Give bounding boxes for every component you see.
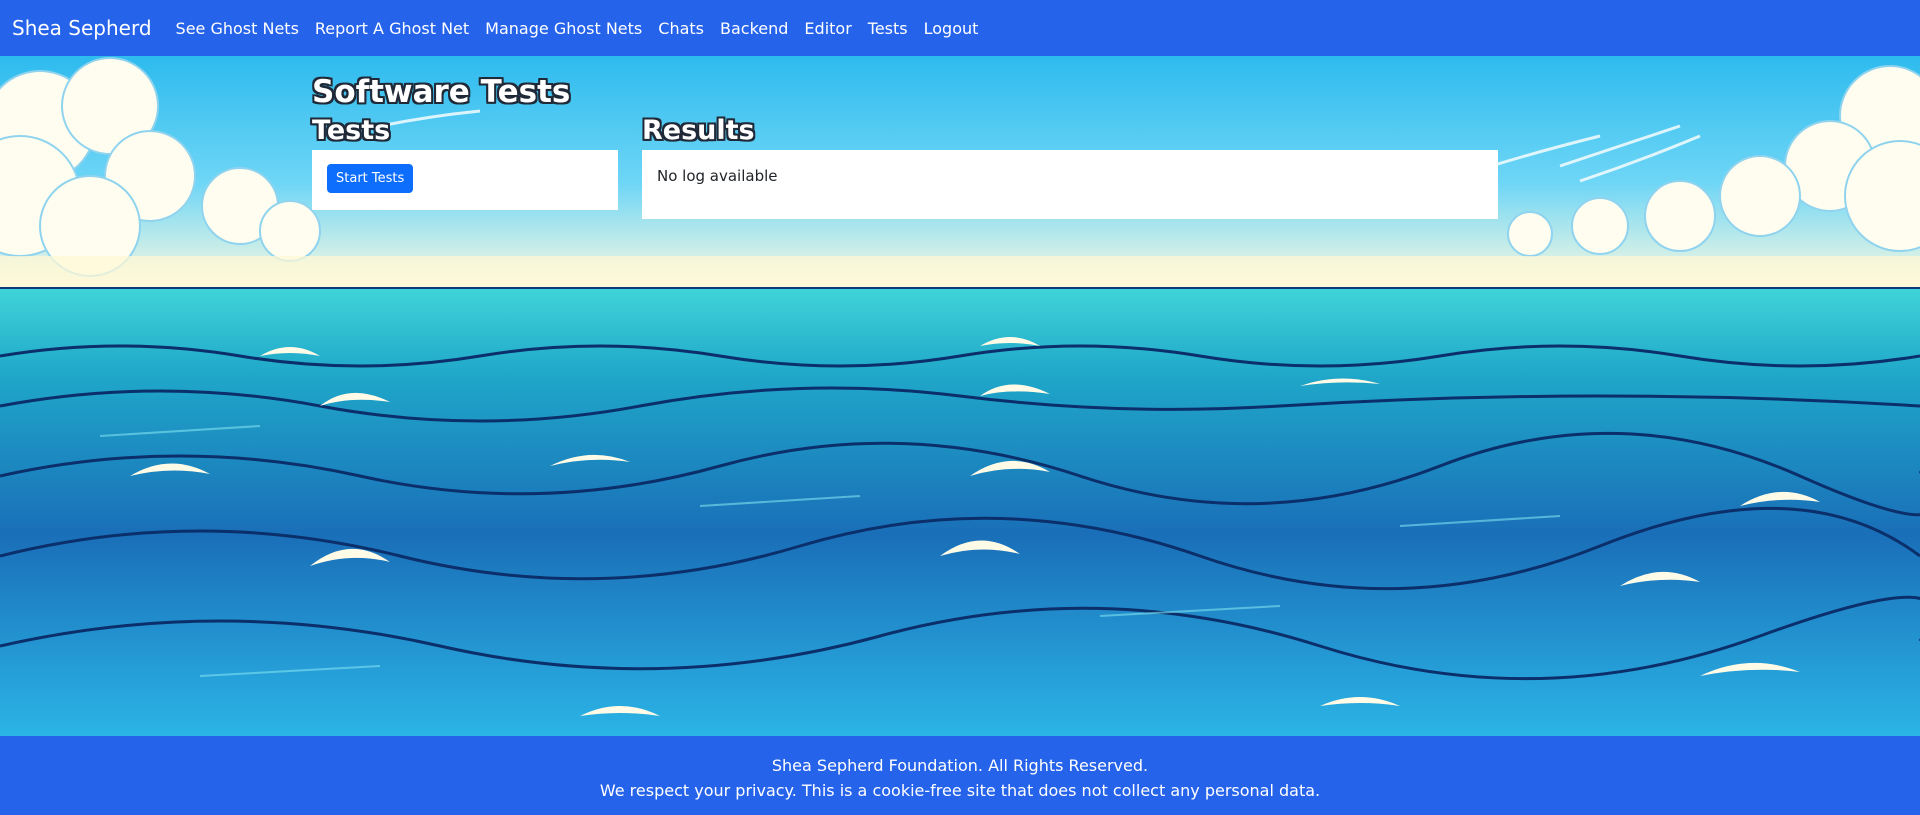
- footer-copyright: Shea Sepherd Foundation. All Rights Rese…: [771, 756, 1149, 775]
- tests-section: Tests Start Tests: [312, 114, 618, 219]
- nav-link-backend[interactable]: Backend: [720, 19, 788, 38]
- tests-heading: Tests: [312, 115, 391, 146]
- content-columns: Tests Start Tests Results No log availab…: [312, 114, 1498, 219]
- tests-panel: Start Tests: [312, 150, 618, 210]
- page-footer: Shea Sepherd Foundation. All Rights Rese…: [0, 736, 1920, 815]
- nav-link-report-ghost-net[interactable]: Report A Ghost Net: [315, 19, 469, 38]
- nav-link-logout[interactable]: Logout: [924, 19, 979, 38]
- main-content: Software Tests Tests Start Tests Results…: [312, 72, 1498, 219]
- top-navbar: Shea Sepherd See Ghost Nets Report A Gho…: [0, 0, 1920, 56]
- start-tests-button[interactable]: Start Tests: [327, 164, 414, 193]
- nav-link-tests[interactable]: Tests: [868, 19, 908, 38]
- brand-link[interactable]: Shea Sepherd: [12, 16, 152, 40]
- nav-link-see-ghost-nets[interactable]: See Ghost Nets: [176, 19, 299, 38]
- results-heading: Results: [642, 115, 755, 146]
- results-section: Results No log available: [642, 114, 1498, 219]
- nav-link-editor[interactable]: Editor: [804, 19, 851, 38]
- results-panel: No log available: [642, 150, 1498, 219]
- page-title: Software Tests: [312, 74, 571, 110]
- nav-links: See Ghost Nets Report A Ghost Net Manage…: [176, 19, 995, 38]
- nav-link-chats[interactable]: Chats: [658, 19, 704, 38]
- footer-privacy-note: We respect your privacy. This is a cooki…: [599, 781, 1321, 800]
- results-log: No log available: [657, 167, 778, 185]
- nav-link-manage-ghost-nets[interactable]: Manage Ghost Nets: [485, 19, 642, 38]
